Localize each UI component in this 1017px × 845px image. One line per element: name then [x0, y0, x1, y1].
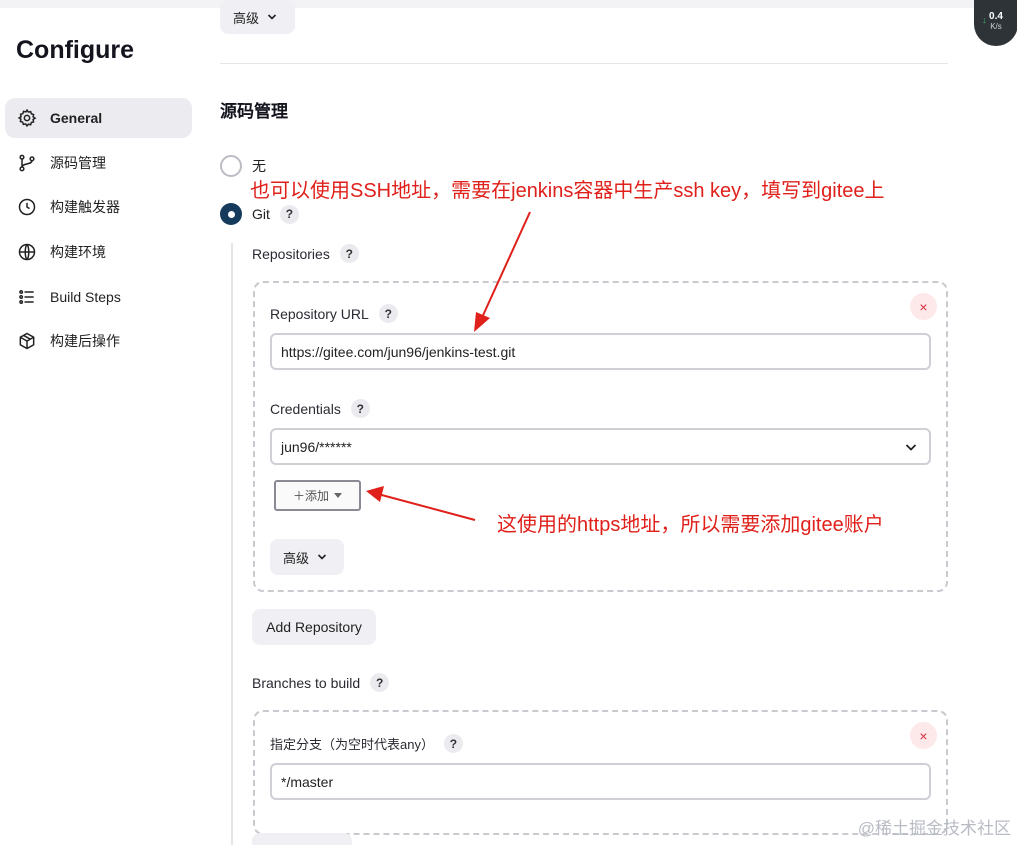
add-repository-button[interactable]: Add Repository — [252, 609, 376, 645]
credentials-select[interactable]: jun96/****** — [270, 428, 931, 465]
page-title: Configure — [16, 36, 135, 64]
top-toolbar-edge — [0, 0, 1017, 8]
scm-option-git[interactable]: Git ? — [220, 203, 299, 225]
sidebar-nav: General 源码管理 构建触发器 构建环境 Build Steps 构建后操… — [5, 98, 192, 366]
branches-text: Branches to build — [252, 674, 361, 691]
repository-url-text: Repository URL — [270, 305, 369, 322]
advanced-label: 高级 — [233, 10, 260, 26]
sidebar-item-label: 构建触发器 — [50, 199, 120, 216]
sidebar-item-scm[interactable]: 源码管理 — [5, 143, 192, 183]
source-branch-icon — [17, 153, 37, 173]
sidebar-item-general[interactable]: General — [5, 98, 192, 138]
chevron-down-icon — [905, 444, 917, 451]
annotation-https-note: 这使用的https地址，所以需要添加gitee账户 — [497, 514, 884, 536]
sidebar-item-post-build[interactable]: 构建后操作 — [5, 321, 192, 361]
sidebar-item-label: 源码管理 — [50, 154, 106, 171]
repository-url-value: https://gitee.com/jun96/jenkins-test.git — [281, 343, 516, 360]
repositories-label: Repositories ? — [252, 244, 359, 263]
radio-label: 无 — [252, 158, 266, 174]
advanced-label: 高级 — [283, 550, 310, 566]
radio-none[interactable] — [220, 155, 242, 177]
section-title: 源码管理 — [220, 102, 288, 121]
branches-label: Branches to build ? — [252, 673, 390, 692]
gear-icon — [17, 108, 37, 128]
network-speed-unit: K/s — [990, 22, 1002, 31]
sidebar-item-environment[interactable]: 构建环境 — [5, 232, 192, 272]
advanced-toggle-top[interactable]: 高级 — [220, 0, 295, 34]
help-icon[interactable]: ? — [339, 244, 359, 263]
branch-specifier-label: 指定分支（为空时代表any） ? — [270, 734, 463, 753]
clock-icon — [17, 197, 37, 217]
sidebar-item-label: Build Steps — [50, 288, 121, 305]
advanced-toggle-repository[interactable]: 高级 — [270, 539, 344, 575]
repository-url-input[interactable]: https://gitee.com/jun96/jenkins-test.git — [270, 333, 931, 370]
add-branch-button[interactable] — [252, 833, 352, 845]
add-credentials-button[interactable]: ＋添加 — [274, 480, 361, 511]
network-speed-value: 0.4 — [989, 11, 1003, 22]
credentials-label: Credentials ? — [270, 399, 370, 418]
add-credentials-label: ＋添加 — [292, 489, 329, 503]
sidebar-item-build-steps[interactable]: Build Steps — [5, 277, 192, 317]
branch-specifier-value: */master — [281, 773, 334, 790]
branch-specifier-text: 指定分支（为空时代表any） — [270, 737, 434, 752]
branch-specifier-input[interactable]: */master — [270, 763, 931, 800]
globe-icon — [17, 242, 37, 262]
credentials-value: jun96/****** — [281, 438, 352, 455]
download-arrow-icon: ↓ — [982, 15, 987, 25]
watermark: @稀土掘金技术社区 — [857, 819, 1011, 838]
sidebar-item-label: 构建后操作 — [50, 333, 120, 350]
chevron-down-icon — [267, 14, 277, 20]
credentials-text: Credentials — [270, 400, 341, 417]
help-icon[interactable]: ? — [443, 734, 463, 753]
sidebar-item-triggers[interactable]: 构建触发器 — [5, 187, 192, 227]
annotation-ssh-note: 也可以使用SSH地址，需要在jenkins容器中生产ssh key，填写到git… — [250, 180, 885, 202]
caret-down-icon — [334, 493, 342, 498]
repository-url-label: Repository URL ? — [270, 304, 398, 323]
help-icon[interactable]: ? — [378, 304, 398, 323]
sidebar-item-label: 构建环境 — [50, 244, 106, 261]
radio-label: Git — [252, 206, 270, 222]
repositories-text: Repositories — [252, 245, 330, 262]
list-icon — [17, 287, 37, 307]
chevron-down-icon — [317, 554, 327, 560]
help-icon[interactable]: ? — [350, 399, 370, 418]
remove-repository-button[interactable]: × — [910, 293, 937, 320]
help-icon[interactable]: ? — [370, 673, 390, 692]
radio-git[interactable] — [220, 203, 242, 225]
git-section-indent-line — [231, 243, 233, 845]
package-icon — [17, 331, 37, 351]
help-icon[interactable]: ? — [279, 204, 299, 224]
remove-branch-button[interactable]: × — [910, 722, 937, 749]
network-speed-widget: ↓ 0.4 K/s — [974, 0, 1017, 46]
section-divider — [220, 63, 948, 64]
sidebar-item-label: General — [50, 110, 103, 126]
